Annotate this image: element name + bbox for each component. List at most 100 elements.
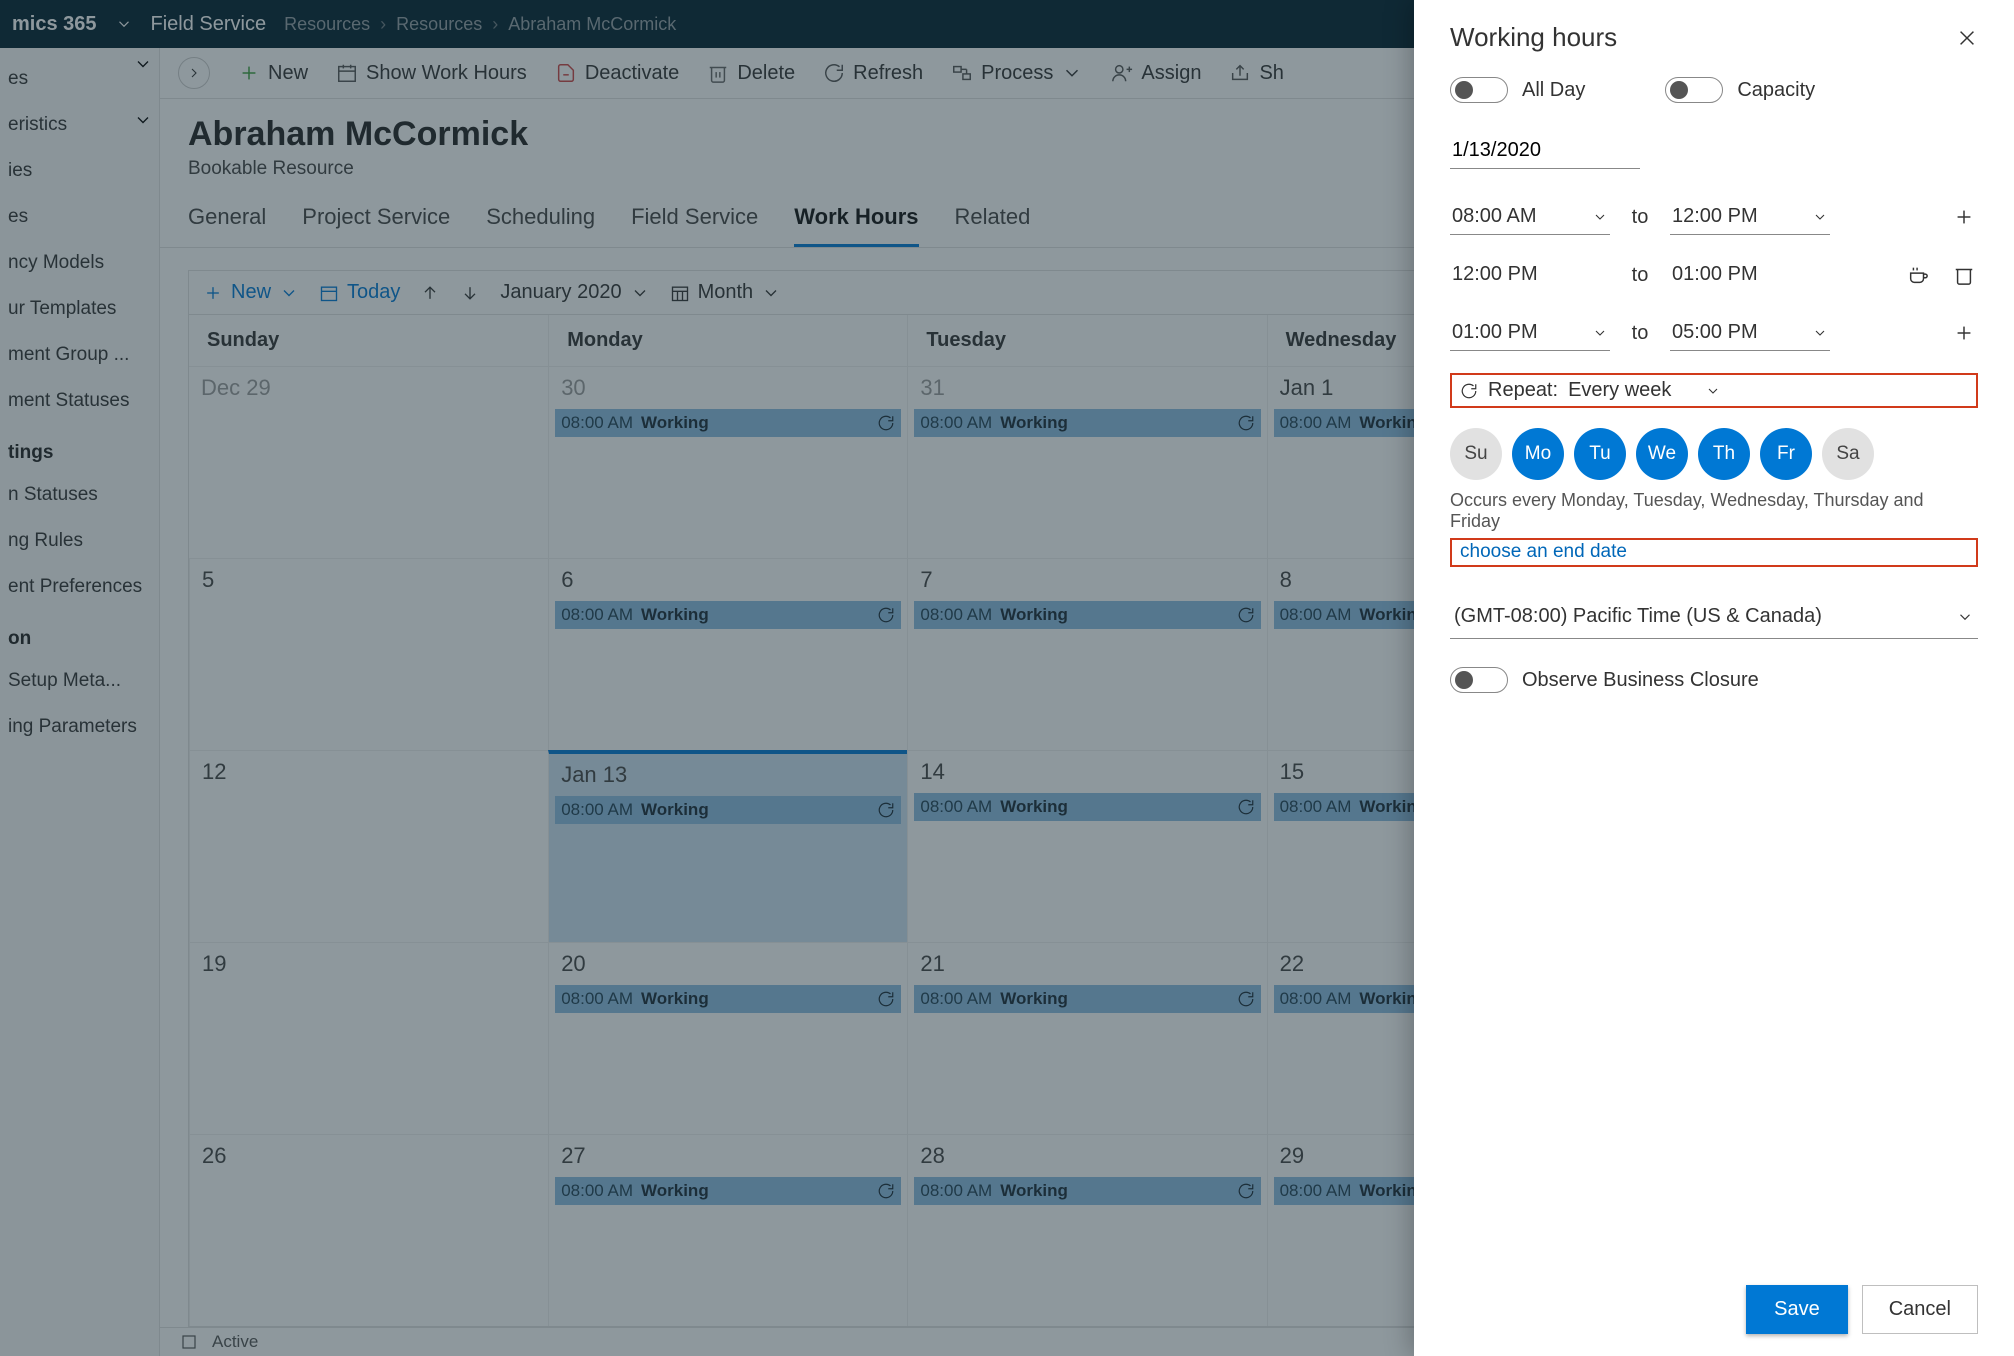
refresh-label: Refresh — [853, 62, 923, 85]
assign-button[interactable]: Assign — [1111, 62, 1201, 85]
calendar-event[interactable]: 08:00 AMWorking — [914, 409, 1260, 437]
delete-row-icon[interactable] — [1950, 264, 1978, 286]
calendar-cell[interactable]: 608:00 AMWorking — [548, 558, 907, 750]
sidebar-item[interactable]: ment Statuses — [0, 378, 159, 424]
capacity-toggle[interactable] — [1665, 77, 1723, 103]
calendar-month-select[interactable]: January 2020 — [500, 281, 649, 304]
choose-end-date-link[interactable]: choose an end date — [1460, 541, 1627, 562]
chevron-down-icon[interactable] — [133, 54, 153, 74]
calendar-date-label: 21 — [908, 951, 1266, 985]
day-toggle-th[interactable]: Th — [1698, 428, 1750, 480]
day-toggle-mo[interactable]: Mo — [1512, 428, 1564, 480]
calendar-cell[interactable]: 2708:00 AMWorking — [548, 1134, 907, 1326]
day-toggle-su[interactable]: Su — [1450, 428, 1502, 480]
new-button[interactable]: New — [238, 62, 308, 85]
calendar-event[interactable]: 08:00 AMWorking — [555, 985, 901, 1013]
day-toggle-fr[interactable]: Fr — [1760, 428, 1812, 480]
repeat-selector[interactable]: Repeat: Every week — [1450, 373, 1978, 408]
calendar-next-button[interactable] — [460, 283, 480, 303]
tab-project-service[interactable]: Project Service — [302, 204, 450, 247]
sidebar-item[interactable]: Setup Meta... — [0, 658, 159, 704]
sidebar-item[interactable]: ies — [0, 148, 159, 194]
sidebar-item[interactable]: n Statuses — [0, 472, 159, 518]
crumb-sep: › — [380, 14, 386, 35]
date-input[interactable] — [1452, 139, 1717, 162]
tab-general[interactable]: General — [188, 204, 266, 247]
chevron-down-icon[interactable] — [133, 110, 153, 130]
calendar-cell[interactable]: 5 — [189, 558, 548, 750]
end-time-input[interactable]: 05:00 PM — [1670, 315, 1830, 351]
add-row-icon[interactable] — [1950, 206, 1978, 228]
calendar-day-header: Tuesday — [907, 315, 1266, 366]
calendar-cell[interactable]: 12 — [189, 750, 548, 942]
crumb-2[interactable]: Abraham McCormick — [508, 14, 676, 35]
date-field[interactable] — [1450, 133, 1640, 169]
show-menu-button[interactable] — [178, 57, 210, 89]
calendar-cell[interactable]: 3108:00 AMWorking — [907, 366, 1266, 558]
module-name[interactable]: Field Service — [151, 13, 267, 36]
calendar-new-button[interactable]: New — [203, 281, 299, 304]
calendar-cell[interactable]: 19 — [189, 942, 548, 1134]
calendar-cell[interactable]: Dec 29 — [189, 366, 548, 558]
show-work-hours-button[interactable]: Show Work Hours — [336, 62, 527, 85]
calendar-event[interactable]: 08:00 AMWorking — [914, 985, 1260, 1013]
add-row-icon[interactable] — [1950, 322, 1978, 344]
sidebar-item[interactable]: ncy Models — [0, 240, 159, 286]
occurs-text: Occurs every Monday, Tuesday, Wednesday,… — [1450, 490, 1978, 532]
calendar-event[interactable]: 08:00 AMWorking — [914, 793, 1260, 821]
tab-field-service[interactable]: Field Service — [631, 204, 758, 247]
calendar-event[interactable]: 08:00 AMWorking — [555, 796, 901, 824]
repeat-value: Every week — [1568, 379, 1671, 402]
calendar-prev-button[interactable] — [420, 283, 440, 303]
timezone-select[interactable]: (GMT-08:00) Pacific Time (US & Canada) — [1450, 595, 1978, 639]
crumb-0[interactable]: Resources — [284, 14, 370, 35]
calendar-cell[interactable]: 2008:00 AMWorking — [548, 942, 907, 1134]
chevron-down-icon[interactable] — [115, 15, 133, 33]
calendar-view-select[interactable]: Month — [670, 281, 782, 304]
sidebar-item[interactable]: ur Templates — [0, 286, 159, 332]
refresh-button[interactable]: Refresh — [823, 62, 923, 85]
process-button[interactable]: Process — [951, 62, 1083, 85]
calendar-event[interactable]: 08:00 AMWorking — [914, 601, 1260, 629]
cancel-button[interactable]: Cancel — [1862, 1285, 1978, 1334]
calendar-cell[interactable]: 2108:00 AMWorking — [907, 942, 1266, 1134]
calendar-cell[interactable]: 3008:00 AMWorking — [548, 366, 907, 558]
to-label: to — [1628, 264, 1652, 287]
timezone-value: (GMT-08:00) Pacific Time (US & Canada) — [1454, 605, 1822, 628]
calendar-event[interactable]: 08:00 AMWorking — [914, 1177, 1260, 1205]
start-time-input[interactable]: 01:00 PM — [1450, 315, 1610, 351]
tab-work-hours[interactable]: Work Hours — [794, 204, 918, 247]
calendar-cell[interactable]: 2808:00 AMWorking — [907, 1134, 1266, 1326]
close-icon[interactable] — [1956, 27, 1978, 49]
day-toggle-tu[interactable]: Tu — [1574, 428, 1626, 480]
calendar-event[interactable]: 08:00 AMWorking — [555, 409, 901, 437]
save-button[interactable]: Save — [1746, 1285, 1848, 1334]
calendar-cell[interactable]: 1408:00 AMWorking — [907, 750, 1266, 942]
calendar-event[interactable]: 08:00 AMWorking — [555, 1177, 901, 1205]
all-day-toggle[interactable] — [1450, 77, 1508, 103]
calendar-today-button[interactable]: Today — [319, 281, 400, 304]
break-icon[interactable] — [1904, 264, 1932, 286]
day-toggle-we[interactable]: We — [1636, 428, 1688, 480]
sidebar-item[interactable]: ent Preferences — [0, 564, 159, 610]
crumb-1[interactable]: Resources — [396, 14, 482, 35]
tab-scheduling[interactable]: Scheduling — [486, 204, 595, 247]
tab-related[interactable]: Related — [955, 204, 1031, 247]
calendar-cell[interactable]: Jan 1308:00 AMWorking — [548, 750, 907, 942]
end-time-input[interactable]: 01:00 PM — [1670, 257, 1830, 293]
start-time-input[interactable]: 08:00 AM — [1450, 199, 1610, 235]
end-time-input[interactable]: 12:00 PM — [1670, 199, 1830, 235]
sidebar-item[interactable]: es — [0, 194, 159, 240]
deactivate-button[interactable]: Deactivate — [555, 62, 680, 85]
sidebar-item[interactable]: ment Group ... — [0, 332, 159, 378]
calendar-cell[interactable]: 26 — [189, 1134, 548, 1326]
calendar-event[interactable]: 08:00 AMWorking — [555, 601, 901, 629]
day-toggle-sa[interactable]: Sa — [1822, 428, 1874, 480]
sidebar-item[interactable]: ing Parameters — [0, 704, 159, 750]
share-button[interactable]: Sh — [1229, 62, 1283, 85]
observe-closure-toggle[interactable] — [1450, 667, 1508, 693]
delete-button[interactable]: Delete — [707, 62, 795, 85]
sidebar-item[interactable]: ng Rules — [0, 518, 159, 564]
calendar-cell[interactable]: 708:00 AMWorking — [907, 558, 1266, 750]
start-time-input[interactable]: 12:00 PM — [1450, 257, 1610, 293]
